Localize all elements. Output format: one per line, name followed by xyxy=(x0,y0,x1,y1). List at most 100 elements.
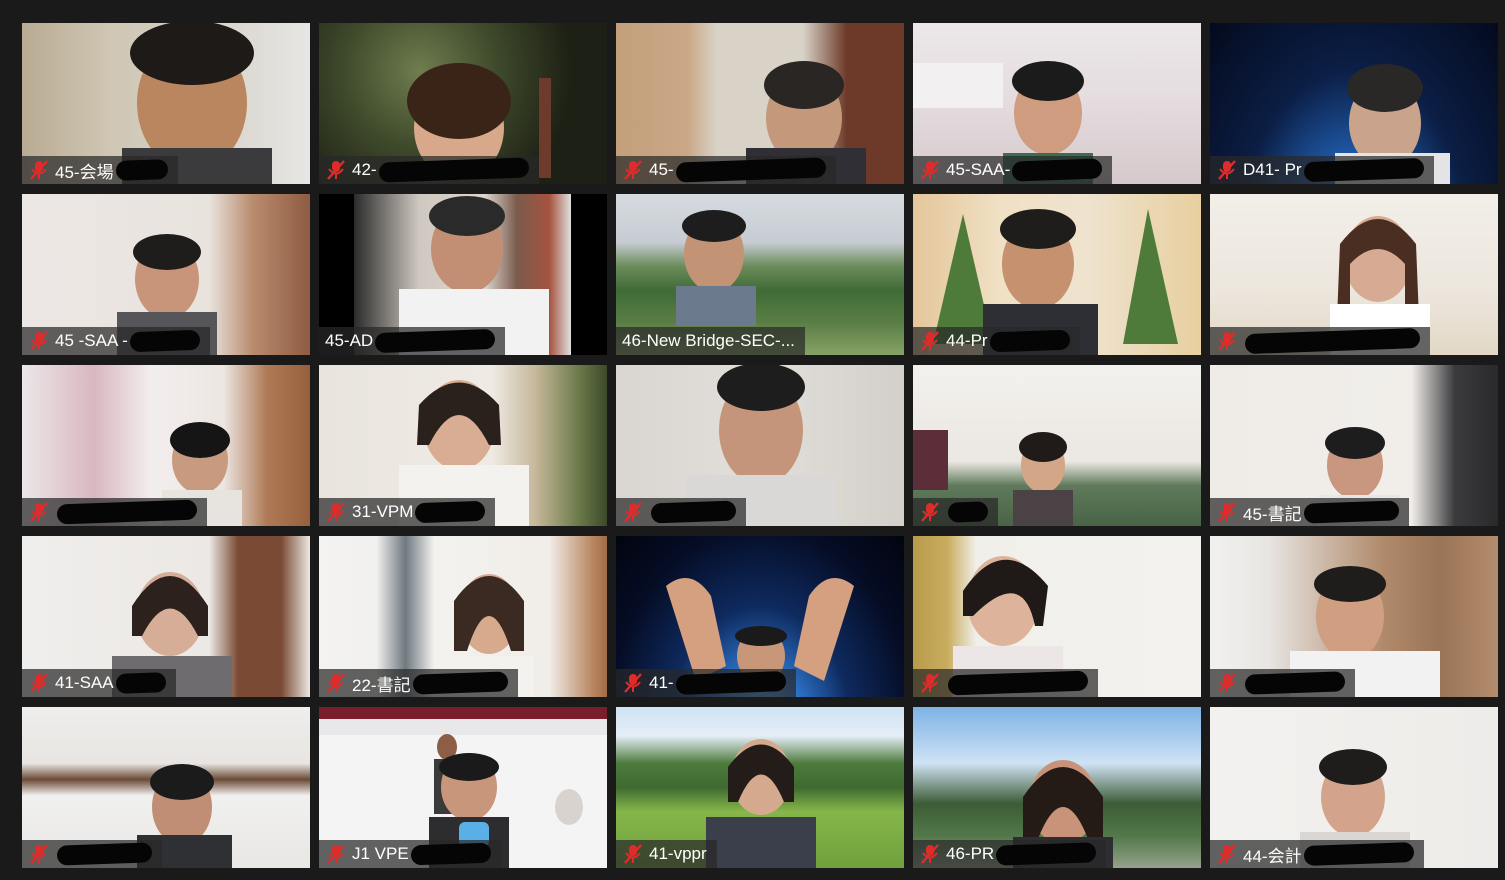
video-tile[interactable]: 41-SAA xyxy=(22,536,310,697)
participant-name-label xyxy=(22,498,207,526)
participant-name-label: 44-Pr xyxy=(913,327,1080,355)
redaction-mark xyxy=(374,328,496,354)
muted-mic-icon xyxy=(1218,673,1236,693)
video-tile[interactable]: 41- xyxy=(616,536,904,697)
participant-name-label: 41-SAA xyxy=(22,669,176,697)
participant-name-label: 41- xyxy=(616,669,796,697)
video-tile[interactable]: 31-VPM xyxy=(319,365,607,526)
video-tile[interactable]: 44-会計 xyxy=(1210,707,1498,868)
redaction-mark xyxy=(412,671,508,695)
muted-mic-icon xyxy=(624,160,642,180)
video-tile[interactable]: 45-AD xyxy=(319,194,607,355)
participant-name-label: 45-AD xyxy=(319,327,506,355)
muted-mic-icon xyxy=(921,331,939,351)
video-tile[interactable] xyxy=(616,365,904,526)
participant-name: 46-PR xyxy=(946,844,995,863)
participant-name: 45-書記 xyxy=(1243,504,1302,524)
redaction-mark xyxy=(675,157,826,183)
muted-mic-icon xyxy=(624,502,642,522)
participant-name-label: 31-VPM xyxy=(319,498,496,526)
participant-name: D41- Pr xyxy=(1243,160,1302,179)
redaction-mark xyxy=(410,842,492,866)
video-tile[interactable] xyxy=(22,707,310,868)
redaction-mark xyxy=(415,500,486,524)
participant-name-label: 46-PR xyxy=(913,840,1107,868)
video-tile[interactable] xyxy=(1210,194,1498,355)
video-tile[interactable]: 46-PR xyxy=(913,707,1201,868)
participant-name: 44-Pr xyxy=(946,331,988,350)
video-tile[interactable]: 45-書記 xyxy=(1210,365,1498,526)
participant-name-label: 42- xyxy=(319,156,539,184)
redaction-mark xyxy=(115,672,166,694)
shared-page-header xyxy=(319,707,607,719)
muted-mic-icon xyxy=(921,844,939,864)
muted-mic-icon xyxy=(30,844,48,864)
participant-name-label xyxy=(22,840,162,868)
muted-mic-icon xyxy=(921,673,939,693)
participant-name: 45-会場 xyxy=(55,162,114,182)
redaction-mark xyxy=(989,329,1070,353)
muted-mic-icon xyxy=(921,502,939,522)
muted-mic-icon xyxy=(327,160,345,180)
video-tile[interactable]: 45- xyxy=(616,23,904,184)
muted-mic-icon xyxy=(30,502,48,522)
video-tile[interactable]: 42- xyxy=(319,23,607,184)
participant-name: 41- xyxy=(649,673,674,692)
redaction-mark xyxy=(56,842,153,866)
redaction-mark xyxy=(650,500,737,524)
redaction-mark xyxy=(675,671,786,695)
participant-name-label: 44-会計 xyxy=(1210,840,1424,868)
video-tile[interactable] xyxy=(913,365,1201,526)
participant-name: 42- xyxy=(352,160,377,179)
video-gallery: 45-会場 42- 45- 45-SAA- D41- Pr 45 -SAA - … xyxy=(0,0,1505,880)
muted-mic-icon xyxy=(624,844,642,864)
muted-mic-icon xyxy=(1218,331,1236,351)
video-tile[interactable] xyxy=(1210,536,1498,697)
video-tile[interactable]: 44-Pr xyxy=(913,194,1201,355)
participant-name: 45- xyxy=(649,160,674,179)
participant-name-label: 46-New Bridge-SEC-... xyxy=(616,327,805,355)
video-tile[interactable]: 41-vppr xyxy=(616,707,904,868)
participant-name-label: 45-書記 xyxy=(1210,498,1409,526)
muted-mic-icon xyxy=(30,160,48,180)
redaction-mark xyxy=(947,501,989,523)
redaction-mark xyxy=(1303,842,1414,866)
participant-name: 22-書記 xyxy=(352,675,411,695)
participant-name-label xyxy=(913,498,998,526)
video-tile[interactable]: 45 -SAA - xyxy=(22,194,310,355)
video-tile[interactable]: 22-書記 xyxy=(319,536,607,697)
participant-name-label: J1 VPE xyxy=(319,840,501,868)
participant-name-label: 22-書記 xyxy=(319,669,518,697)
muted-mic-icon xyxy=(327,673,345,693)
muted-mic-icon xyxy=(1218,160,1236,180)
video-tile[interactable] xyxy=(22,365,310,526)
participant-name-label: 45 -SAA - xyxy=(22,327,210,355)
muted-mic-icon xyxy=(624,673,642,693)
video-tile[interactable]: D41- Pr xyxy=(1210,23,1498,184)
participant-name: 44-会計 xyxy=(1243,846,1302,866)
redaction-mark xyxy=(1244,671,1346,695)
muted-mic-icon xyxy=(1218,844,1236,864)
participant-name-label: 45-会場 xyxy=(22,156,178,184)
participant-name-label xyxy=(1210,669,1355,697)
video-tile[interactable]: 45-SAA- xyxy=(913,23,1201,184)
participant-name: 45-AD xyxy=(325,331,374,350)
muted-mic-icon xyxy=(1218,502,1236,522)
video-tile[interactable]: 45-会場 xyxy=(22,23,310,184)
redaction-mark xyxy=(378,157,529,183)
muted-mic-icon xyxy=(921,160,939,180)
participant-name-label xyxy=(616,498,746,526)
redaction-mark xyxy=(56,499,198,525)
video-tile[interactable]: 46-New Bridge-SEC-... xyxy=(616,194,904,355)
redaction-mark xyxy=(115,159,168,181)
participant-name-label: 45-SAA- xyxy=(913,156,1113,184)
participant-name-label xyxy=(1210,327,1430,355)
muted-mic-icon xyxy=(327,844,345,864)
participant-name-label: 41-vppr xyxy=(616,840,717,868)
video-tile[interactable] xyxy=(913,536,1201,697)
redaction-mark xyxy=(1244,327,1421,355)
redaction-mark xyxy=(1011,158,1103,182)
redaction-mark xyxy=(1303,157,1424,183)
participant-name: 31-VPM xyxy=(352,502,414,521)
video-tile[interactable]: J1 VPE xyxy=(319,707,607,868)
